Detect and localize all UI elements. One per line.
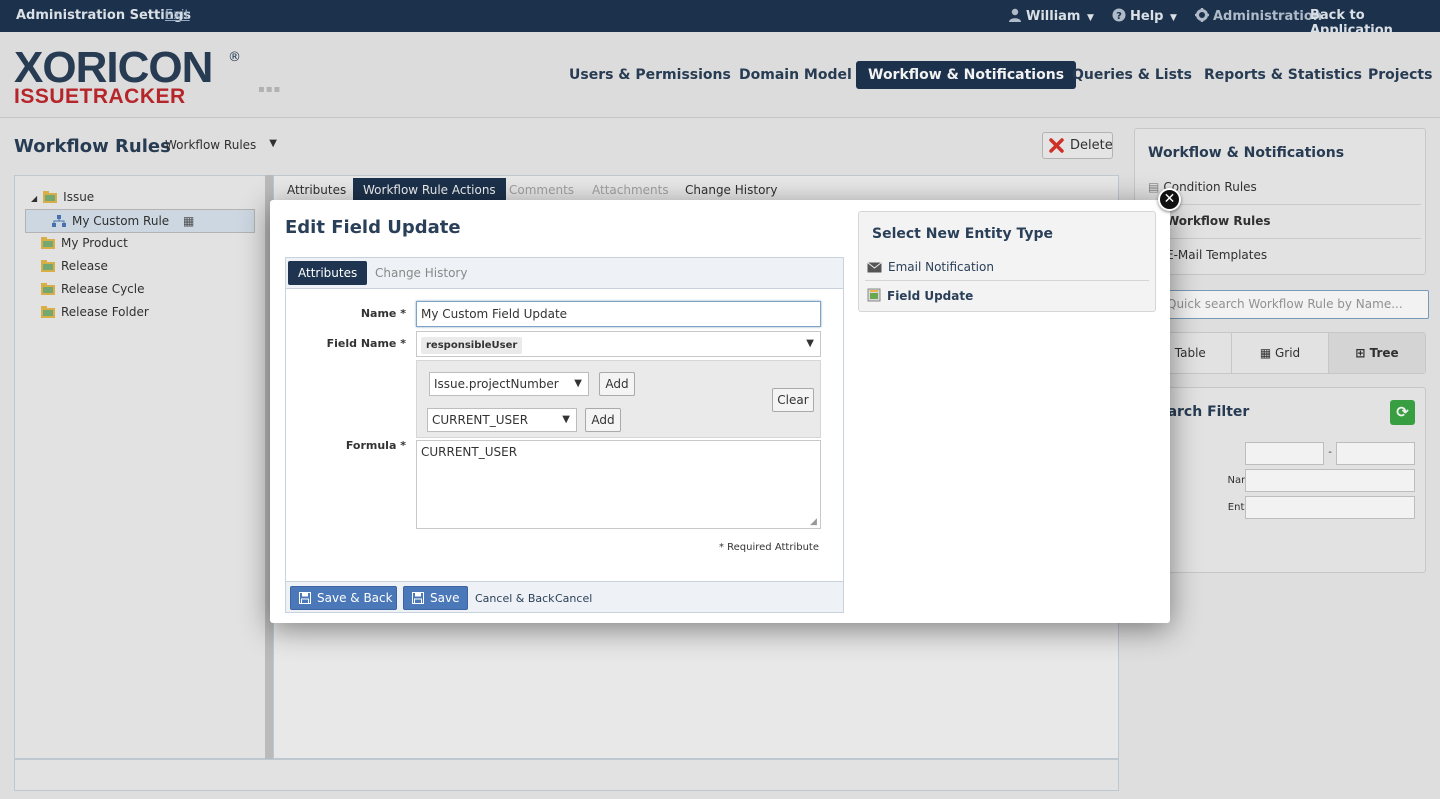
save-icon: [299, 592, 311, 604]
form-tab-attributes[interactable]: Attributes: [288, 261, 368, 285]
formula-label: Formula *: [345, 439, 406, 452]
property-select[interactable]: Issue.projectNumber ▼: [429, 372, 589, 396]
chevron-down-icon: ▼: [562, 414, 570, 425]
required-note: * Required Attribute: [718, 542, 819, 553]
field-name-label: Field Name *: [326, 337, 406, 350]
field-name-chip: responsibleUser: [421, 337, 523, 354]
resize-handle-icon[interactable]: ◢: [810, 517, 817, 527]
save-button[interactable]: Save: [403, 586, 468, 610]
variable-select[interactable]: CURRENT_USER ▼: [427, 408, 577, 432]
formula-textarea[interactable]: CURRENT_USER: [416, 440, 821, 529]
entity-item-field-update[interactable]: Field Update: [867, 288, 973, 303]
cancel-link[interactable]: Cancel: [555, 592, 592, 605]
divider: [865, 280, 1149, 281]
save-back-button[interactable]: Save & Back: [290, 586, 397, 610]
form-tab-bar: Attributes Change History: [286, 258, 843, 289]
field-update-icon: [867, 288, 881, 302]
entity-type-panel: Select New Entity Type Email Notificatio…: [858, 211, 1156, 312]
add-property-button[interactable]: Add: [599, 372, 635, 396]
cancel-back-link[interactable]: Cancel & Back: [475, 592, 555, 605]
close-icon[interactable]: ✕: [1158, 188, 1181, 211]
entity-item-email-notification[interactable]: Email Notification: [867, 260, 994, 274]
form-tab-change-history[interactable]: Change History: [365, 261, 477, 285]
add-variable-button[interactable]: Add: [585, 408, 621, 432]
formula-helper: Issue.projectNumber ▼ Add CURRENT_USER ▼ A…: [416, 360, 821, 438]
entity-type-title: Select New Entity Type: [872, 226, 1054, 242]
save-icon: [412, 592, 424, 604]
field-update-form: Attributes Change History Name * My Cust…: [285, 257, 844, 613]
chevron-down-icon: ▼: [574, 378, 582, 389]
name-input[interactable]: My Custom Field Update: [416, 301, 821, 327]
chevron-down-icon: ▼: [806, 338, 814, 349]
field-name-select[interactable]: responsibleUser ▼: [416, 331, 821, 357]
clear-button[interactable]: Clear: [772, 388, 814, 412]
envelope-icon: [867, 262, 882, 273]
name-label: Name *: [360, 307, 406, 320]
dialog-title: Edit Field Update: [285, 217, 461, 238]
form-footer: Save & Back Save Cancel & Back Cancel: [286, 581, 843, 612]
